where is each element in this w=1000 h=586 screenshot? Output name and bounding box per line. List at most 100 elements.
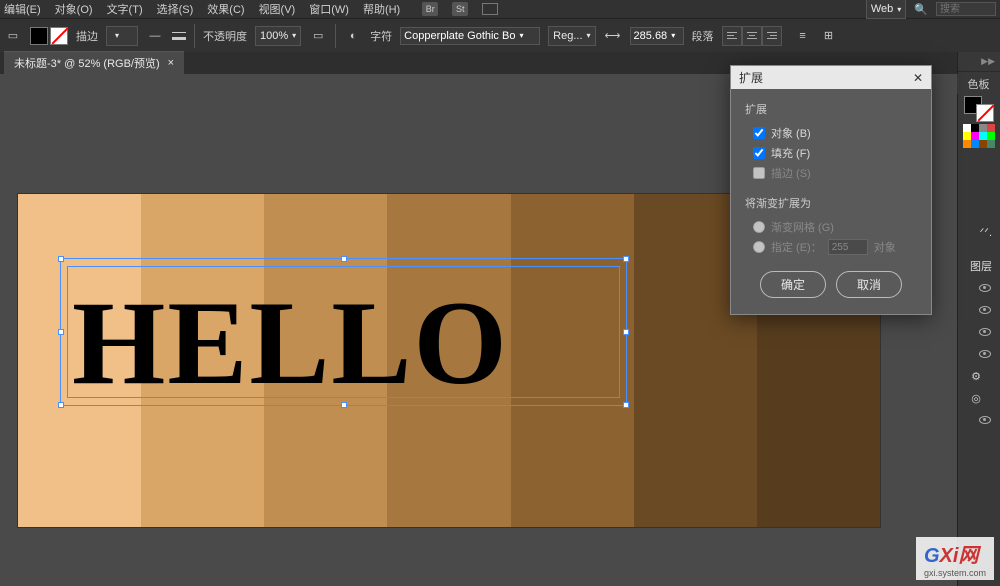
- stroke-dash-icon[interactable]: —: [146, 27, 164, 45]
- resize-handle[interactable]: [623, 402, 629, 408]
- align-right-button[interactable]: [762, 26, 782, 46]
- object-checkbox[interactable]: [753, 127, 765, 139]
- layer-row[interactable]: [961, 410, 995, 430]
- hamburger-icon[interactable]: ≡: [794, 27, 812, 45]
- eye-icon[interactable]: [979, 328, 991, 336]
- layer-row[interactable]: [961, 344, 995, 364]
- dialog-titlebar[interactable]: 扩展 ✕: [731, 66, 931, 89]
- brushes-panel-icon[interactable]: ᐟᐟ.: [980, 226, 992, 239]
- swatch-item[interactable]: [987, 124, 995, 132]
- fill-swatch[interactable]: [30, 27, 48, 45]
- swatch-item[interactable]: [979, 132, 987, 140]
- menu-select[interactable]: 选择(S): [157, 1, 194, 17]
- paragraph-align-group: [722, 26, 782, 46]
- workspace-dropdown[interactable]: Web▾: [866, 0, 906, 19]
- resize-handle[interactable]: [58, 256, 64, 262]
- swatch-item[interactable]: [979, 124, 987, 132]
- char-label: 字符: [370, 28, 392, 44]
- menu-object[interactable]: 对象(O): [55, 1, 93, 17]
- swatch-item[interactable]: [987, 140, 995, 148]
- para-label: 段落: [692, 28, 714, 44]
- menu-help[interactable]: 帮助(H): [363, 1, 400, 17]
- gear-icon[interactable]: ⚙: [961, 366, 995, 386]
- document-tab[interactable]: 未标题-3* @ 52% (RGB/预览) ×: [4, 51, 184, 74]
- object-checkbox-label: 对象 (B): [771, 125, 811, 141]
- font-style-dropdown[interactable]: Reg...▾: [548, 26, 595, 46]
- menu-bar: 编辑(E) 对象(O) 文字(T) 选择(S) 效果(C) 视图(V) 窗口(W…: [0, 0, 1000, 18]
- fill-checkbox[interactable]: [753, 147, 765, 159]
- menu-edit[interactable]: 编辑(E): [4, 1, 41, 17]
- layer-row[interactable]: [961, 322, 995, 342]
- expand-dialog: 扩展 ✕ 扩展 对象 (B) 填充 (F) 描边 (S) 将渐变扩展为 渐变网格…: [730, 65, 932, 315]
- menu-window[interactable]: 窗口(W): [309, 1, 349, 17]
- panel-fill-stroke[interactable]: [964, 96, 994, 122]
- cancel-button[interactable]: 取消: [836, 271, 902, 298]
- watermark-rest: Xi网: [940, 545, 979, 567]
- eye-icon[interactable]: [979, 306, 991, 314]
- layers-panel-title[interactable]: 图层: [970, 258, 992, 274]
- watermark: GXi网 gxi.system.com: [916, 537, 994, 580]
- bridge-icon[interactable]: Br: [422, 2, 438, 16]
- swatch-item[interactable]: [971, 140, 979, 148]
- stroke-swatch[interactable]: [50, 27, 68, 45]
- resize-handle[interactable]: [341, 402, 347, 408]
- fill-checkbox-row[interactable]: 填充 (F): [753, 145, 917, 161]
- stroke-weight-dropdown[interactable]: ▾: [106, 26, 138, 46]
- swatch-item[interactable]: [979, 140, 987, 148]
- layers-panel: ⚙ ◎: [959, 276, 997, 432]
- swatches-panel: 色板: [957, 74, 1000, 150]
- swatch-item[interactable]: [963, 124, 971, 132]
- menu-view[interactable]: 视图(V): [259, 1, 296, 17]
- align-left-button[interactable]: [722, 26, 742, 46]
- mesh-radio-label: 渐变网格 (G): [771, 219, 834, 235]
- watermark-url: gxi.system.com: [924, 568, 986, 578]
- layer-row[interactable]: [961, 300, 995, 320]
- align-center-button[interactable]: [742, 26, 762, 46]
- swatches-panel-title[interactable]: 色板: [957, 74, 1000, 94]
- stroke-checkbox: [753, 167, 765, 179]
- menu-type[interactable]: 文字(T): [107, 1, 143, 17]
- eye-icon[interactable]: [979, 284, 991, 292]
- swatch-item[interactable]: [987, 132, 995, 140]
- opacity-dropdown[interactable]: 100%▾: [255, 26, 301, 46]
- resize-handle[interactable]: [623, 329, 629, 335]
- resize-handle[interactable]: [341, 256, 347, 262]
- font-size-input[interactable]: 285.68▾: [630, 27, 684, 45]
- mesh-radio-row: 渐变网格 (G): [753, 219, 917, 235]
- fill-stroke-swatches[interactable]: [30, 27, 68, 45]
- collapse-dock-icon[interactable]: ▶▶: [958, 52, 1000, 72]
- cc-icon[interactable]: ◎: [961, 388, 995, 408]
- control-toolbar: ▭ 描边 ▾ — 不透明度 100%▾ ▭ ◐ 字符 Copperplate G…: [0, 18, 1000, 52]
- font-size-link-icon[interactable]: ⟷: [604, 27, 622, 45]
- arrange-icon[interactable]: [482, 3, 498, 15]
- hash-icon[interactable]: ⊞: [820, 27, 838, 45]
- close-dialog-icon[interactable]: ✕: [913, 71, 923, 85]
- close-tab-icon[interactable]: ×: [168, 57, 174, 69]
- resize-handle[interactable]: [623, 256, 629, 262]
- fx-icon[interactable]: ▭: [309, 27, 327, 45]
- recolor-icon[interactable]: ◐: [344, 27, 362, 45]
- font-family-dropdown[interactable]: Copperplate Gothic Bo▾: [400, 27, 540, 45]
- specify-count-input: [828, 239, 868, 255]
- watermark-g: G: [924, 545, 940, 567]
- eye-icon[interactable]: [979, 350, 991, 358]
- search-input[interactable]: [936, 2, 996, 16]
- panel-stroke-swatch[interactable]: [976, 104, 994, 122]
- swatch-item[interactable]: [971, 132, 979, 140]
- menu-effect[interactable]: 效果(C): [207, 1, 244, 17]
- stock-icon[interactable]: St: [452, 2, 468, 16]
- object-checkbox-row[interactable]: 对象 (B): [753, 125, 917, 141]
- eye-icon[interactable]: [979, 416, 991, 424]
- resize-handle[interactable]: [58, 402, 64, 408]
- fill-checkbox-label: 填充 (F): [771, 145, 810, 161]
- text-bounds: [67, 266, 620, 398]
- swatch-item[interactable]: [971, 124, 979, 132]
- mesh-radio: [753, 221, 765, 233]
- ok-button[interactable]: 确定: [760, 271, 826, 298]
- layer-row[interactable]: [961, 278, 995, 298]
- stroke-width-icon[interactable]: [172, 32, 186, 40]
- swatch-item[interactable]: [963, 132, 971, 140]
- resize-handle[interactable]: [58, 329, 64, 335]
- swatch-grid[interactable]: [963, 124, 995, 148]
- swatch-item[interactable]: [963, 140, 971, 148]
